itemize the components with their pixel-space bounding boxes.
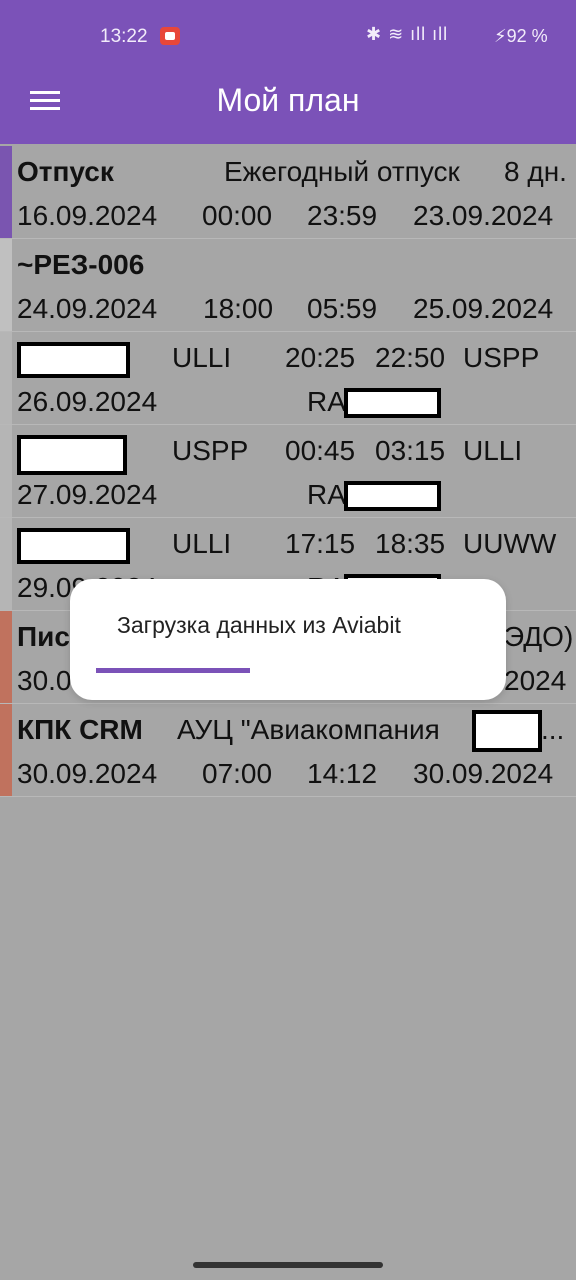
- start-date: 24.09.2024: [17, 293, 158, 324]
- battery-level: ⚡92 %: [494, 26, 548, 46]
- connectivity-icons: ✱ ≋ ıll ıll: [366, 24, 449, 44]
- plan-item-flight[interactable]: ULLI 20:25 22:50 USPP 26.09.2024 RA: [0, 332, 576, 425]
- end-date: 23.09.2024: [413, 200, 554, 231]
- departure-airport: ULLI: [172, 528, 232, 559]
- item-title: Пис: [17, 621, 70, 652]
- start-time: 07:00: [202, 758, 273, 789]
- row-accent: [0, 146, 12, 238]
- loading-dialog: Загрузка данных из Aviabit: [70, 579, 506, 700]
- departure-time: 20:25: [285, 342, 356, 373]
- item-title: Отпуск: [17, 156, 114, 187]
- start-time: 00:00: [202, 200, 273, 231]
- row-accent: [0, 425, 12, 517]
- end-date: 2024: [504, 665, 567, 696]
- row-accent: [0, 611, 12, 703]
- app-bar: Мой план: [0, 74, 576, 144]
- arrival-airport: USPP: [463, 342, 540, 373]
- arrival-time: 22:50: [375, 342, 446, 373]
- aircraft-prefix: RA: [307, 479, 346, 510]
- start-time: 18:00: [203, 293, 274, 324]
- aircraft-prefix: RA: [307, 386, 346, 417]
- end-time: 14:12: [307, 758, 378, 789]
- start-date: 30.09.2024: [17, 758, 158, 789]
- start-date: 16.09.2024: [17, 200, 158, 231]
- end-time: 05:59: [307, 293, 378, 324]
- flight-date: 27.09.2024: [17, 479, 158, 510]
- ellipsis: ...: [541, 714, 565, 745]
- progress-bar: [96, 668, 480, 673]
- item-description: ЭДО): [504, 621, 574, 652]
- departure-time: 00:45: [285, 435, 356, 466]
- departure-time: 17:15: [285, 528, 356, 559]
- redacted-company-name: [472, 710, 542, 752]
- item-duration: 8 дн.: [504, 156, 567, 187]
- end-date: 30.09.2024: [413, 758, 554, 789]
- arrival-time: 03:15: [375, 435, 446, 466]
- end-date: 25.09.2024: [413, 293, 554, 324]
- departure-airport: USPP: [172, 435, 249, 466]
- plan-item-training[interactable]: КПК CRM АУЦ "Авиакомпания ... 30.09.2024…: [0, 704, 576, 797]
- row-accent: [0, 332, 12, 424]
- redacted-flight-number: [17, 342, 130, 378]
- progress-indicator: [96, 668, 250, 673]
- redacted-aircraft-reg: [344, 481, 441, 511]
- row-accent: [0, 518, 12, 610]
- flight-date: 26.09.2024: [17, 386, 158, 417]
- plan-item-reserve[interactable]: ~РЕЗ-006 24.09.2024 18:00 05:59 25.09.20…: [0, 239, 576, 332]
- screen-record-icon: [160, 27, 180, 45]
- redacted-aircraft-reg: [344, 388, 441, 418]
- redacted-flight-number: [17, 435, 127, 475]
- item-description: Ежегодный отпуск: [224, 156, 460, 187]
- loading-message: Загрузка данных из Aviabit: [117, 612, 401, 638]
- plan-item-vacation[interactable]: Отпуск Ежегодный отпуск 8 дн. 16.09.2024…: [0, 146, 576, 239]
- item-description: АУЦ "Авиакомпания: [177, 714, 440, 745]
- item-title: ~РЕЗ-006: [17, 249, 145, 280]
- item-title: КПК CRM: [17, 714, 143, 745]
- end-time: 23:59: [307, 200, 378, 231]
- departure-airport: ULLI: [172, 342, 232, 373]
- redacted-flight-number: [17, 528, 130, 564]
- plan-item-flight[interactable]: USPP 00:45 03:15 ULLI 27.09.2024 RA: [0, 425, 576, 518]
- arrival-airport: ULLI: [463, 435, 523, 466]
- gesture-navigation-handle[interactable]: [193, 1262, 383, 1268]
- arrival-time: 18:35: [375, 528, 446, 559]
- page-title: Мой план: [216, 82, 360, 118]
- arrival-airport: UUWW: [463, 528, 557, 559]
- start-date: 30.0: [17, 665, 72, 696]
- row-accent: [0, 239, 12, 331]
- status-bar: 13:22 ✱ ≋ ıll ıll ⚡92 %: [0, 0, 576, 74]
- row-accent: [0, 704, 12, 796]
- clock: 13:22: [100, 26, 148, 47]
